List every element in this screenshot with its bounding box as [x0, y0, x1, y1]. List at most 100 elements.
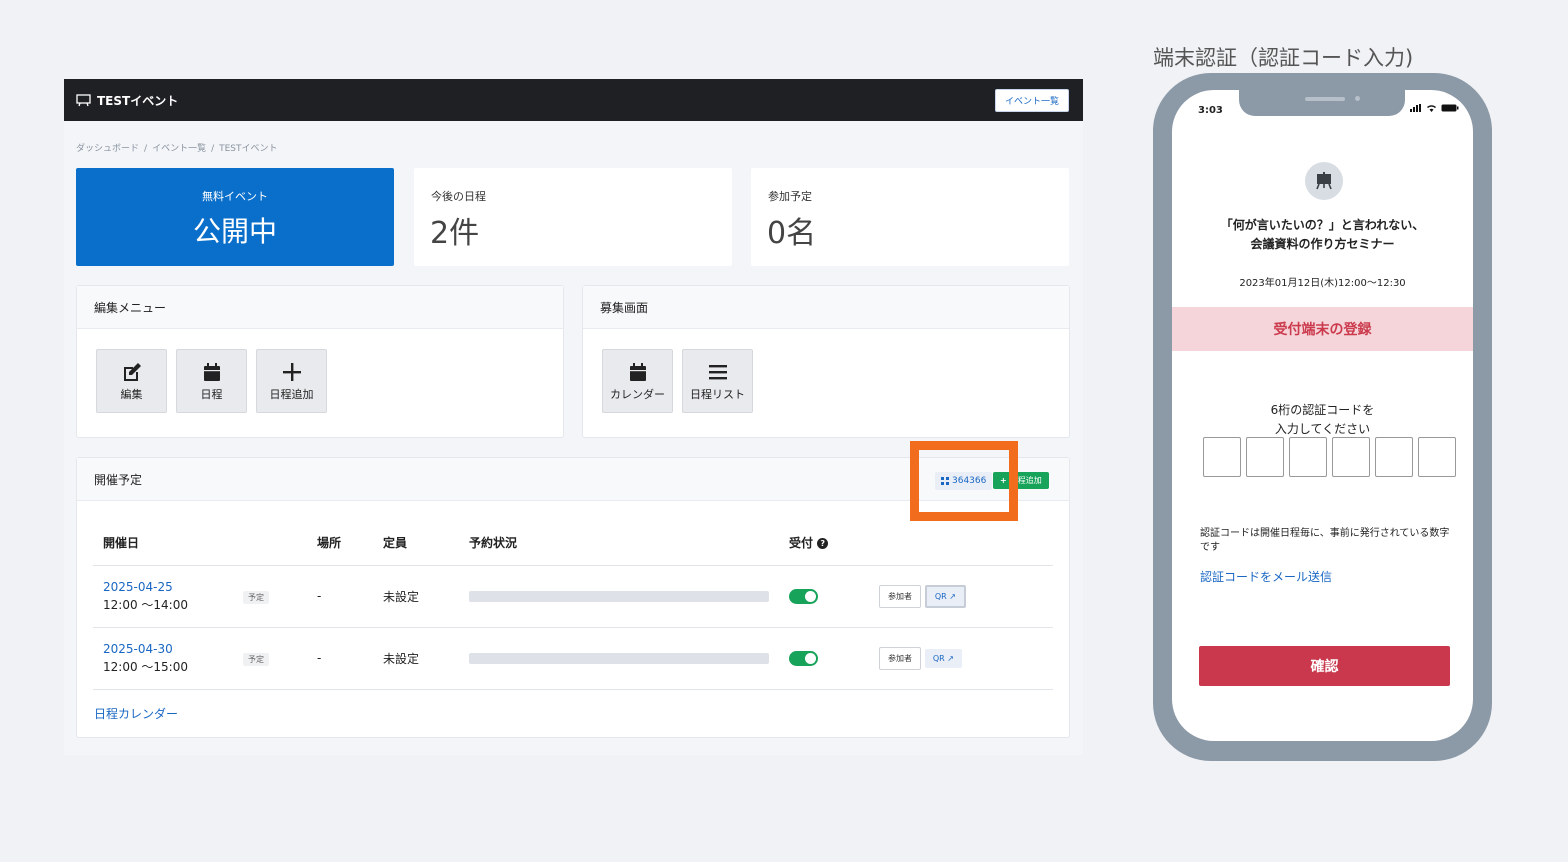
actions-cell: 参加者 QR ↗ — [879, 627, 1053, 690]
code-note: 認証コードは開催日程毎に、事前に発行されている数字です — [1200, 528, 1450, 553]
send-code-mail-link[interactable]: 認証コードをメール送信 — [1200, 568, 1332, 585]
schedule-tile-label: 日程 — [200, 387, 223, 401]
event-list-button[interactable]: イベント一覧 — [994, 88, 1069, 112]
recruit-title: 募集画面 — [583, 286, 1069, 329]
status-bar-time: 3:03 — [1198, 105, 1223, 116]
event-title: 「何が言いたいの？」と言われない、 会議資料の作り方セミナー — [1172, 216, 1473, 254]
external-link-icon: ↗ — [947, 653, 954, 663]
participants-button[interactable]: 参加者 — [879, 584, 921, 608]
qr-button-label: QR — [932, 653, 945, 663]
code-digit-input[interactable] — [1418, 437, 1456, 477]
list-icon — [708, 364, 727, 379]
upcoming-value: 2件 — [430, 216, 480, 251]
battery-icon — [1441, 104, 1459, 112]
calendar-icon — [629, 362, 646, 381]
actions-cell: 参加者 QR ↗ — [879, 565, 1053, 628]
code-digit-input[interactable] — [1289, 437, 1327, 477]
status-main: 公開中 — [192, 215, 277, 248]
code-prompt: 6桁の認証コードを 入力してください — [1172, 401, 1473, 439]
date-link[interactable]: 2025-04-25 — [103, 580, 243, 594]
event-board-icon — [1305, 162, 1343, 200]
event-board-icon — [76, 93, 91, 106]
time-range: 12:00 〜14:00 — [103, 597, 188, 612]
code-digit-input[interactable] — [1203, 437, 1241, 477]
event-title-line2: 会議資料の作り方セミナー — [1250, 237, 1395, 251]
phone-screen: 3:03 「何が言いたいの？」と言われない、 会議資料の作り方セミナー 2023… — [1172, 90, 1473, 741]
reception-toggle[interactable] — [789, 588, 818, 604]
schedule-list-label: 日程リスト — [690, 387, 745, 401]
col-reception: 受付 ? — [789, 521, 879, 566]
external-link-icon: ↗ — [949, 591, 956, 601]
event-datetime: 2023年01月12日(木)12:00〜12:30 — [1239, 278, 1406, 289]
schedule-calendar-link[interactable]: 日程カレンダー — [94, 705, 178, 722]
time-range: 12:00 〜15:00 — [103, 659, 188, 674]
date-cell: 2025-04-30 12:00 〜15:00 — [93, 627, 243, 690]
breadcrumb-separator: / — [211, 144, 215, 154]
schedule-list-tile[interactable]: 日程リスト — [682, 349, 753, 413]
phone-caption: 端末認証（認証コード入力) — [1153, 46, 1414, 70]
edit-menu-title: 編集メニュー — [77, 286, 563, 329]
schedule-table: 開催日 場所 定員 予約状況 受付 ? 2025-04-25 12:00 〜14… — [93, 521, 1053, 690]
participants-value: 0名 — [767, 216, 817, 251]
participants-label: 参加予定 — [768, 190, 812, 203]
qr-button-label: QR — [934, 591, 947, 601]
code-digit-input[interactable] — [1246, 437, 1284, 477]
highlight-box — [910, 441, 1018, 521]
admin-app: TESTイベント イベント一覧 ダッシュボード / イベント一覧 / TESTイベント … — [64, 79, 1083, 755]
confirm-button[interactable]: 確認 — [1199, 646, 1450, 686]
reservation-bar — [469, 653, 769, 664]
reception-cell — [789, 565, 879, 628]
edit-icon — [123, 362, 141, 381]
status-card: 無料イベント 公開中 — [76, 168, 394, 266]
phone-notch — [1239, 90, 1405, 116]
brand-title: TESTイベント — [97, 93, 179, 108]
schedule-title: 開催予定 — [94, 472, 143, 487]
top-bar: TESTイベント イベント一覧 — [64, 79, 1083, 121]
code-input-group — [1203, 437, 1456, 477]
badge-cell: 予定 — [243, 627, 317, 690]
calendar-view-tile[interactable]: カレンダー — [602, 349, 673, 413]
reception-toggle[interactable] — [789, 650, 818, 666]
table-row: 2025-04-25 12:00 〜14:00 予定 - 未設定 参加者 QR … — [93, 565, 1053, 628]
schedule-tile[interactable]: 日程 — [176, 349, 247, 413]
recruit-card: 募集画面 カレンダー 日程リスト — [582, 285, 1070, 438]
table-row: 2025-04-30 12:00 〜15:00 予定 - 未設定 参加者 QR … — [93, 627, 1053, 690]
calendar-icon — [203, 362, 220, 381]
breadcrumb-event-list[interactable]: イベント一覧 — [152, 144, 206, 154]
date-cell: 2025-04-25 12:00 〜14:00 — [93, 565, 243, 628]
status-badge: 予定 — [243, 653, 269, 666]
add-schedule-tile[interactable]: 日程追加 — [256, 349, 327, 413]
help-icon[interactable]: ? — [817, 538, 829, 550]
col-capacity: 定員 — [383, 521, 469, 566]
calendar-view-label: カレンダー — [610, 387, 665, 401]
edit-tile[interactable]: 編集 — [96, 349, 167, 413]
col-actions — [879, 521, 1053, 566]
reservation-bar — [469, 591, 769, 602]
event-title-line1: 「何が言いたいの？」と言われない、 — [1220, 218, 1425, 232]
upcoming-label: 今後の日程 — [431, 190, 486, 203]
participants-card: 参加予定 0名 — [751, 168, 1069, 266]
qr-button[interactable]: QR ↗ — [924, 584, 966, 608]
code-digit-input[interactable] — [1332, 437, 1370, 477]
signal-icon — [1410, 104, 1421, 112]
wifi-icon — [1427, 105, 1436, 112]
participants-button[interactable]: 参加者 — [879, 646, 921, 670]
status-sub: 無料イベント — [202, 190, 268, 203]
reception-cell — [789, 627, 879, 690]
reservation-cell — [469, 565, 789, 628]
edit-tile-label: 編集 — [120, 387, 143, 401]
place-cell: - — [317, 565, 383, 628]
date-link[interactable]: 2025-04-30 — [103, 642, 243, 656]
code-prompt-line1: 6桁の認証コードを — [1270, 403, 1375, 417]
breadcrumb-dashboard[interactable]: ダッシュボード — [76, 144, 139, 154]
code-digit-input[interactable] — [1375, 437, 1413, 477]
plus-icon — [282, 362, 301, 381]
breadcrumb: ダッシュボード / イベント一覧 / TESTイベント — [76, 141, 278, 154]
table-header-row: 開催日 場所 定員 予約状況 受付 ? — [93, 521, 1053, 566]
breadcrumb-separator: / — [144, 144, 148, 154]
capacity-cell: 未設定 — [383, 627, 469, 690]
upcoming-card: 今後の日程 2件 — [414, 168, 732, 266]
qr-button[interactable]: QR ↗ — [924, 648, 962, 668]
brand[interactable]: TESTイベント — [76, 92, 178, 109]
add-schedule-tile-label: 日程追加 — [269, 387, 314, 401]
